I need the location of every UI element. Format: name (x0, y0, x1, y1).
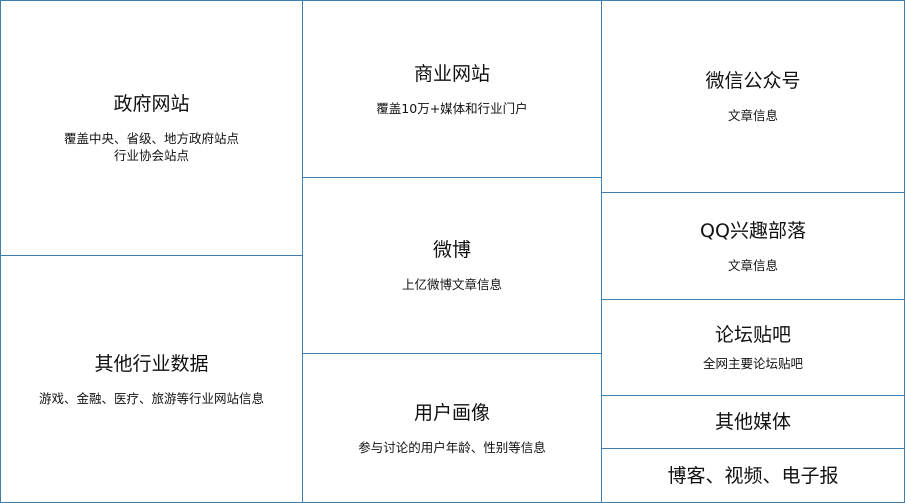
tile-weibo: 微博 上亿微博文章信息 (302, 177, 602, 354)
tile-description: 参与讨论的用户年龄、性别等信息 (358, 439, 546, 455)
tile-description: 上亿微博文章信息 (401, 277, 502, 292)
tile-title: 其他媒体 (714, 411, 791, 433)
tile-description: 文章信息 (727, 108, 778, 123)
tile-title: 博客、视频、电子报 (667, 464, 839, 487)
tile-title: 论坛贴吧 (714, 324, 791, 346)
tile-forums: 论坛贴吧 全网主要论坛贴吧 (601, 299, 905, 396)
tile-blogs-videos-enewspapers: 博客、视频、电子报 (601, 448, 905, 503)
tile-title: 微信公众号 (705, 70, 801, 92)
tile-title: QQ兴趣部落 (700, 219, 806, 242)
tile-other-media: 其他媒体 (601, 395, 905, 449)
tile-qq-interest-tribe: QQ兴趣部落 文章信息 (601, 192, 905, 300)
tile-title: 政府网站 (113, 93, 190, 115)
tile-title: 商业网站 (413, 62, 490, 85)
tile-description: 文章信息 (727, 257, 778, 273)
tile-other-industry-data: 其他行业数据 游戏、金融、医疗、旅游等行业网站信息 (0, 255, 303, 503)
description-line: 行业协会站点 (113, 148, 189, 163)
tile-title: 微博 (432, 239, 471, 261)
tile-description: 游戏、金融、医疗、旅游等行业网站信息 (38, 390, 264, 406)
description-line: 覆盖中央、省级、地方政府站点 (63, 131, 239, 146)
tile-description: 覆盖中央、省级、地方政府站点 行业协会站点 (64, 130, 239, 164)
tile-user-profile: 用户画像 参与讨论的用户年龄、性别等信息 (302, 353, 602, 503)
tile-title: 用户画像 (413, 401, 490, 424)
tile-description: 全网主要论坛贴吧 (702, 356, 803, 371)
tile-description: 覆盖10万+媒体和行业门户 (376, 100, 528, 116)
tile-title: 其他行业数据 (94, 352, 209, 375)
tile-government-sites: 政府网站 覆盖中央、省级、地方政府站点 行业协会站点 (0, 0, 303, 256)
tile-wechat-official-accounts: 微信公众号 文章信息 (601, 0, 905, 193)
tile-business-sites: 商业网站 覆盖10万+媒体和行业门户 (302, 0, 602, 178)
